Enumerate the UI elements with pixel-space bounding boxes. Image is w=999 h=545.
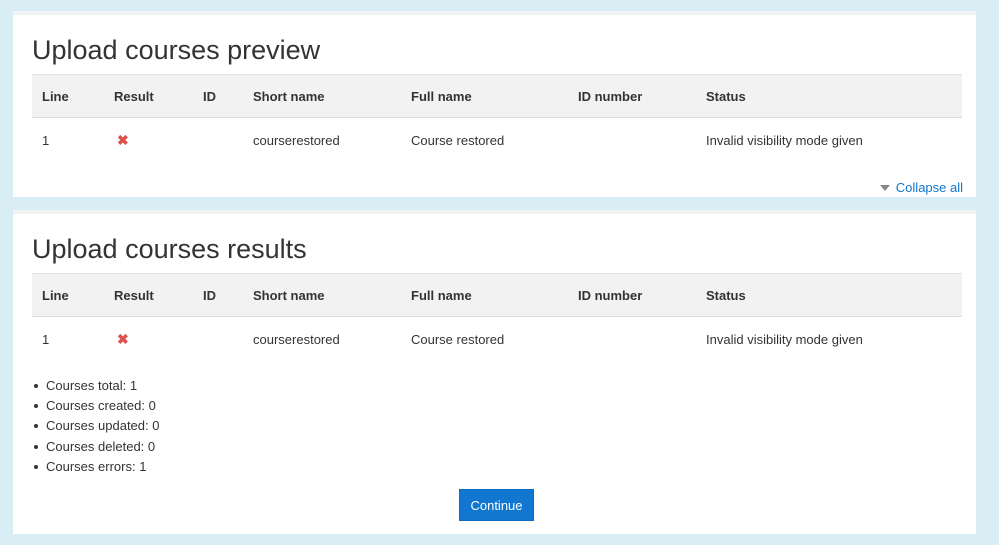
cell-result: ✖ xyxy=(104,317,193,362)
summary-courses-total: Courses total: 1 xyxy=(33,376,159,396)
results-summary-list: Courses total: 1 Courses created: 0 Cour… xyxy=(32,376,159,477)
preview-header-row: Line Result ID Short name Full name ID n… xyxy=(32,74,962,118)
cell-id xyxy=(193,317,243,362)
preview-panel: Upload courses preview Line Result ID Sh… xyxy=(13,11,976,197)
cell-id-number xyxy=(568,118,696,163)
column-header-id-number: ID number xyxy=(568,74,696,118)
preview-table: Line Result ID Short name Full name ID n… xyxy=(32,74,962,162)
cell-full-name: Course restored xyxy=(411,132,505,148)
column-header-id: ID xyxy=(193,74,243,118)
cell-line: 1 xyxy=(42,132,50,148)
column-header-status: Status xyxy=(696,74,962,118)
column-header-id: ID xyxy=(193,273,243,317)
table-row: 1 ✖ courserestored Course restored Inval… xyxy=(32,317,962,362)
triangle-down-icon xyxy=(879,184,890,191)
column-header-line: Line xyxy=(32,273,104,317)
preview-title: Upload courses preview xyxy=(32,35,321,65)
error-x-icon: ✖ xyxy=(117,330,129,347)
cell-status: Invalid visibility mode given xyxy=(706,132,863,148)
cell-short-name: courserestored xyxy=(253,132,340,148)
table-row: 1 ✖ courserestored Course restored Inval… xyxy=(32,118,962,163)
collapse-all-label: Collapse all xyxy=(895,180,963,195)
cell-result: ✖ xyxy=(104,118,193,163)
results-panel: Upload courses results Line Result ID Sh… xyxy=(13,210,976,534)
summary-courses-errors: Courses errors: 1 xyxy=(33,457,159,477)
results-table: Line Result ID Short name Full name ID n… xyxy=(32,273,962,361)
column-header-status: Status xyxy=(696,273,962,317)
summary-courses-updated: Courses updated: 0 xyxy=(33,416,159,436)
column-header-result: Result xyxy=(104,74,193,118)
cell-status: Invalid visibility mode given xyxy=(706,331,863,347)
cell-line: 1 xyxy=(42,331,50,347)
collapse-all-link[interactable]: Collapse all xyxy=(879,180,963,195)
summary-courses-created: Courses created: 0 xyxy=(33,396,159,416)
cell-id xyxy=(193,118,243,163)
column-header-short-name: Short name xyxy=(243,74,401,118)
summary-courses-deleted: Courses deleted: 0 xyxy=(33,437,159,457)
error-x-icon: ✖ xyxy=(117,131,129,148)
column-header-result: Result xyxy=(104,273,193,317)
continue-button[interactable]: Continue xyxy=(459,489,534,521)
column-header-short-name: Short name xyxy=(243,273,401,317)
column-header-line: Line xyxy=(32,74,104,118)
cell-full-name: Course restored xyxy=(411,331,505,347)
results-title: Upload courses results xyxy=(32,234,307,264)
cell-id-number xyxy=(568,317,696,362)
cell-short-name: courserestored xyxy=(253,331,340,347)
results-header-row: Line Result ID Short name Full name ID n… xyxy=(32,273,962,317)
column-header-full-name: Full name xyxy=(401,273,568,317)
column-header-full-name: Full name xyxy=(401,74,568,118)
column-header-id-number: ID number xyxy=(568,273,696,317)
